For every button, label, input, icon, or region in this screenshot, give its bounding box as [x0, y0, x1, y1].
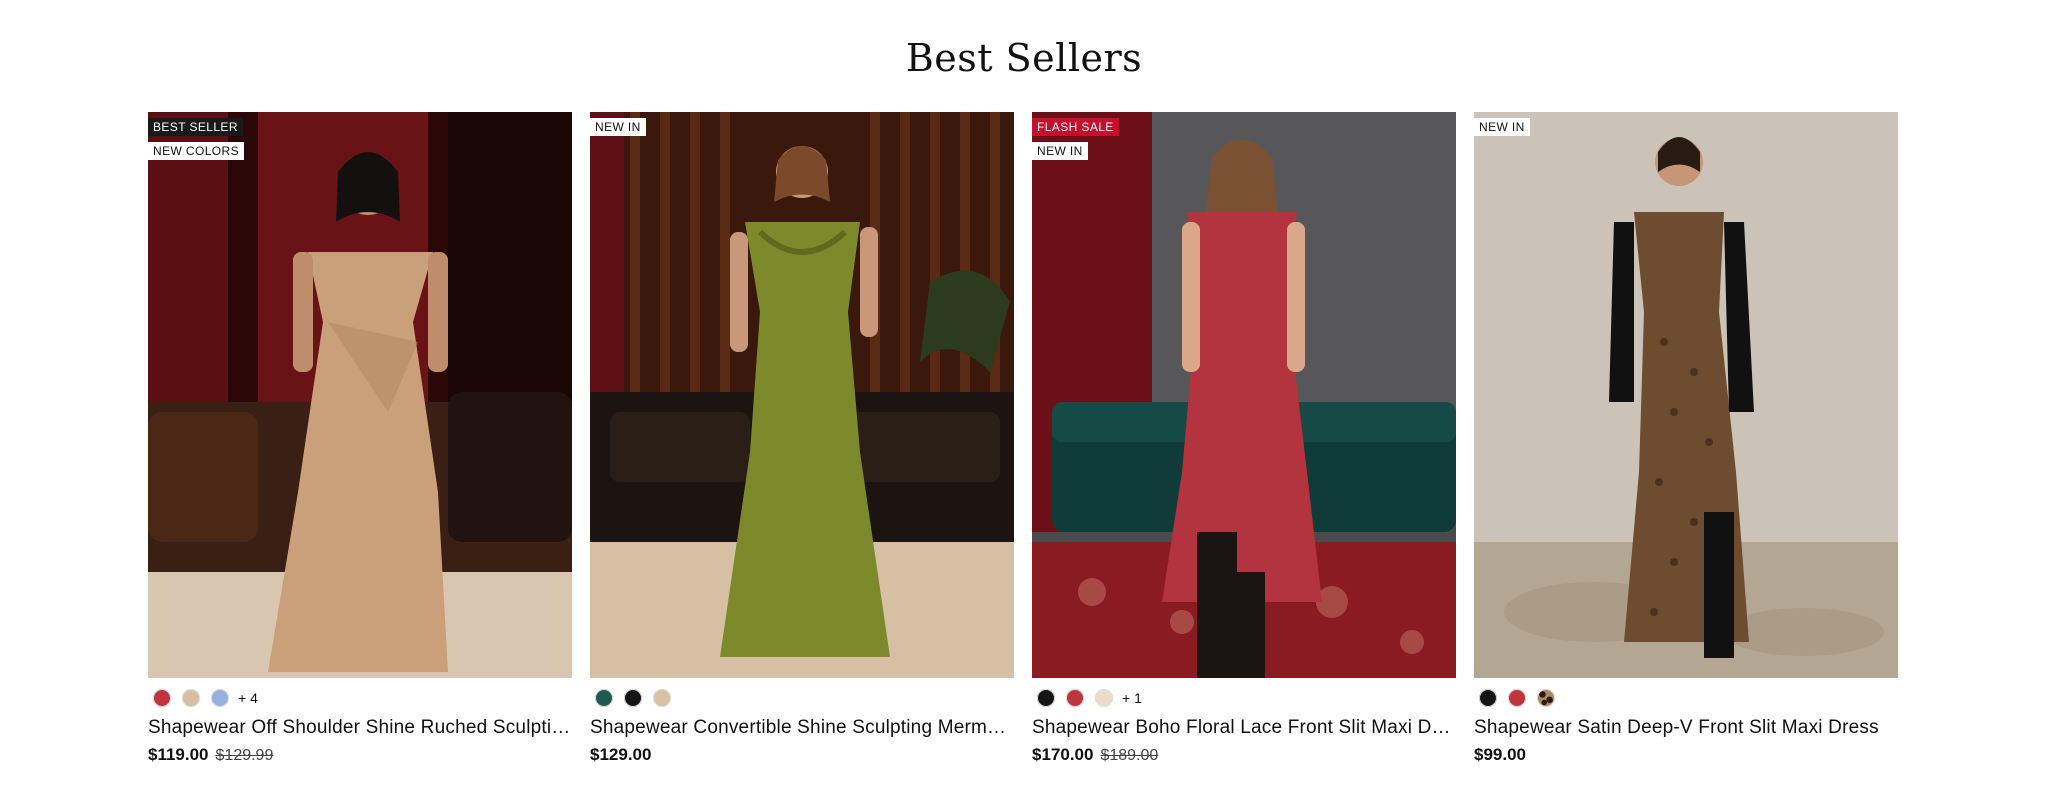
- product-image[interactable]: NEW IN: [1474, 112, 1898, 678]
- product-name[interactable]: Shapewear Convertible Shine Sculpting Me…: [590, 717, 1014, 739]
- price-row: $129.00: [590, 745, 1014, 765]
- color-swatch[interactable]: [182, 689, 200, 707]
- color-swatch[interactable]: [653, 689, 671, 707]
- product-card[interactable]: BEST SELLER NEW COLORS + 4 Shapewear Off…: [148, 112, 572, 765]
- color-swatches: + 1: [1032, 687, 1456, 709]
- badge-new-in: NEW IN: [1032, 142, 1088, 160]
- color-swatches: + 4: [148, 687, 572, 709]
- color-swatches: [1474, 687, 1898, 709]
- product-name[interactable]: Shapewear Off Shoulder Shine Ruched Scul…: [148, 717, 572, 739]
- badge-list: NEW IN: [590, 118, 646, 136]
- more-colors-count[interactable]: + 4: [238, 690, 258, 706]
- current-price: $129.00: [590, 745, 652, 764]
- color-swatch[interactable]: [1095, 689, 1113, 707]
- leopard-swatch[interactable]: [1537, 689, 1555, 707]
- current-price: $99.00: [1474, 745, 1526, 764]
- product-name[interactable]: Shapewear Satin Deep-V Front Slit Maxi D…: [1474, 717, 1898, 739]
- color-swatch[interactable]: [1037, 689, 1055, 707]
- color-swatches: [590, 687, 1014, 709]
- badge-flash-sale: FLASH SALE: [1032, 118, 1119, 136]
- section-title: Best Sellers: [905, 36, 1143, 80]
- product-card[interactable]: NEW IN Shapewear Satin Deep-V Front Slit…: [1474, 112, 1898, 765]
- product-card[interactable]: NEW IN Shapewear Convertible Shine Sculp…: [590, 112, 1014, 765]
- price-row: $119.00 $129.99: [148, 745, 572, 765]
- color-swatch[interactable]: [1066, 689, 1084, 707]
- color-swatch[interactable]: [1508, 689, 1526, 707]
- badge-list: BEST SELLER NEW COLORS: [148, 118, 245, 160]
- color-swatch[interactable]: [595, 689, 613, 707]
- badge-list: FLASH SALE NEW IN: [1032, 118, 1119, 160]
- product-name[interactable]: Shapewear Boho Floral Lace Front Slit Ma…: [1032, 717, 1456, 739]
- badge-best-seller: BEST SELLER: [148, 118, 243, 136]
- price-row: $99.00: [1474, 745, 1898, 765]
- product-grid: BEST SELLER NEW COLORS + 4 Shapewear Off…: [148, 112, 1898, 765]
- product-image[interactable]: BEST SELLER NEW COLORS: [148, 112, 572, 678]
- product-image[interactable]: NEW IN: [590, 112, 1014, 678]
- more-colors-count[interactable]: + 1: [1122, 690, 1142, 706]
- badge-list: NEW IN: [1474, 118, 1530, 136]
- original-price: $189.00: [1100, 747, 1159, 764]
- color-swatch[interactable]: [153, 689, 171, 707]
- color-swatch[interactable]: [624, 689, 642, 707]
- current-price: $119.00: [148, 745, 209, 764]
- color-swatch[interactable]: [211, 689, 229, 707]
- current-price: $170.00: [1032, 745, 1094, 764]
- badge-new-colors: NEW COLORS: [148, 142, 245, 160]
- badge-new-in: NEW IN: [1474, 118, 1530, 136]
- original-price: $129.99: [215, 747, 274, 764]
- color-swatch[interactable]: [1479, 689, 1497, 707]
- product-image[interactable]: FLASH SALE NEW IN: [1032, 112, 1456, 678]
- price-row: $170.00 $189.00: [1032, 745, 1456, 765]
- badge-new-in: NEW IN: [590, 118, 646, 136]
- product-card[interactable]: FLASH SALE NEW IN + 1 Shapewear Boho Flo…: [1032, 112, 1456, 765]
